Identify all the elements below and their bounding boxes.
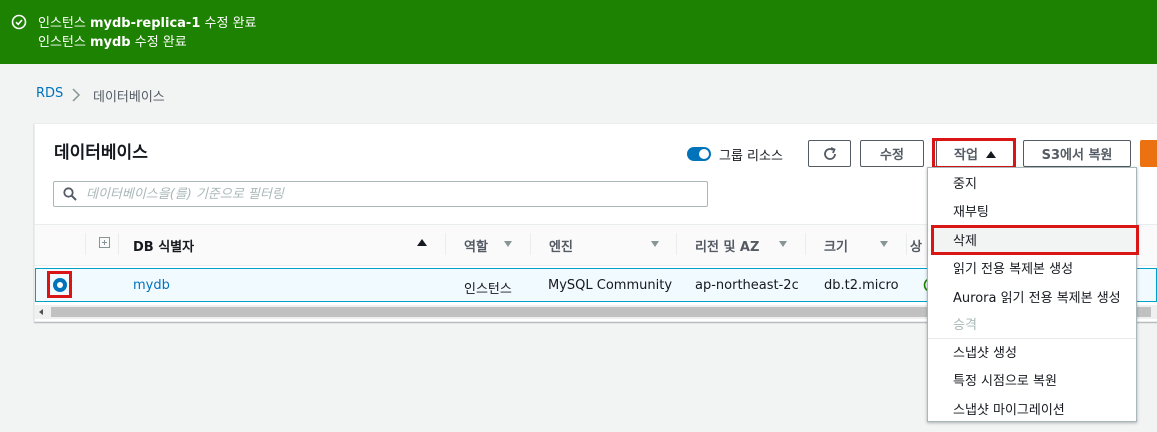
menu-item-create-aurora-read-replica[interactable]: Aurora 읽기 전용 복제본 생성 (953, 287, 1121, 306)
restore-from-s3-button[interactable]: S3에서 복원 (1023, 140, 1131, 167)
column-separator (530, 233, 531, 255)
column-separator (906, 233, 907, 255)
sort-icon[interactable] (504, 241, 512, 247)
header-role[interactable]: 역할 (464, 236, 488, 255)
check-circle-icon (11, 14, 27, 30)
cell-size: db.t2.micro (824, 278, 899, 293)
header-engine[interactable]: 엔진 (549, 236, 573, 255)
column-separator (85, 233, 86, 255)
menu-item-promote: 승격 (953, 318, 977, 333)
menu-item-stop[interactable]: 중지 (953, 173, 977, 192)
panel-title: 데이터베이스 (54, 143, 148, 163)
header-region-az[interactable]: 리전 및 AZ (695, 236, 759, 255)
header-status[interactable]: 상 (910, 236, 922, 255)
banner-message-2: 인스턴스 mydb 수정 완료 (38, 35, 187, 50)
column-separator (445, 233, 446, 255)
header-size[interactable]: 크기 (824, 236, 848, 255)
create-database-button[interactable] (1140, 140, 1157, 167)
breadcrumb: RDS 데이터베이스 (36, 86, 165, 105)
group-resources-toggle[interactable] (687, 147, 711, 161)
toggle-knob (699, 149, 709, 159)
header-db-identifier[interactable]: DB 식별자 (133, 236, 194, 255)
filter-input[interactable] (86, 184, 686, 204)
edit-button[interactable]: 수정 (860, 140, 924, 167)
breadcrumb-rds-link[interactable]: RDS (36, 86, 63, 101)
sort-ascending-icon[interactable] (417, 239, 427, 246)
chevron-right-icon (69, 88, 83, 102)
search-icon (63, 187, 77, 201)
delete-highlight (931, 225, 1139, 255)
column-separator (118, 233, 119, 255)
db-identifier-link[interactable]: mydb (133, 278, 170, 293)
success-banner: 인스턴스 mydb-replica-1 수정 완료 인스턴스 mydb 수정 완… (0, 0, 1157, 64)
cell-role: 인스턴스 (464, 282, 512, 297)
sort-icon[interactable] (651, 241, 659, 247)
refresh-button[interactable] (808, 140, 851, 167)
menu-divider (928, 338, 1136, 339)
menu-item-create-read-replica[interactable]: 읽기 전용 복제본 생성 (953, 258, 1073, 277)
cell-region-az: ap-northeast-2c (695, 278, 799, 293)
menu-item-take-snapshot[interactable]: 스냅샷 생성 (953, 342, 1017, 361)
sort-icon[interactable] (880, 241, 888, 247)
menu-item-restore-point-in-time[interactable]: 특정 시점으로 복원 (953, 370, 1057, 389)
menu-item-reboot[interactable]: 재부팅 (953, 201, 989, 220)
expand-all-icon[interactable] (99, 237, 110, 248)
scroll-left-arrow-icon[interactable] (39, 309, 43, 315)
refresh-icon (822, 146, 838, 162)
cell-engine: MySQL Community (548, 278, 673, 293)
filter-search (53, 181, 708, 207)
breadcrumb-current: 데이터베이스 (93, 90, 165, 105)
column-separator (805, 233, 806, 255)
sort-icon[interactable] (779, 241, 787, 247)
actions-highlight (932, 138, 1016, 169)
menu-item-migrate-snapshot[interactable]: 스냅샷 마이그레이션 (953, 399, 1065, 418)
radio-highlight (47, 271, 72, 298)
group-resources-label: 그룹 리소스 (719, 149, 783, 164)
banner-message-1: 인스턴스 mydb-replica-1 수정 완료 (38, 16, 257, 31)
column-separator (676, 233, 677, 255)
